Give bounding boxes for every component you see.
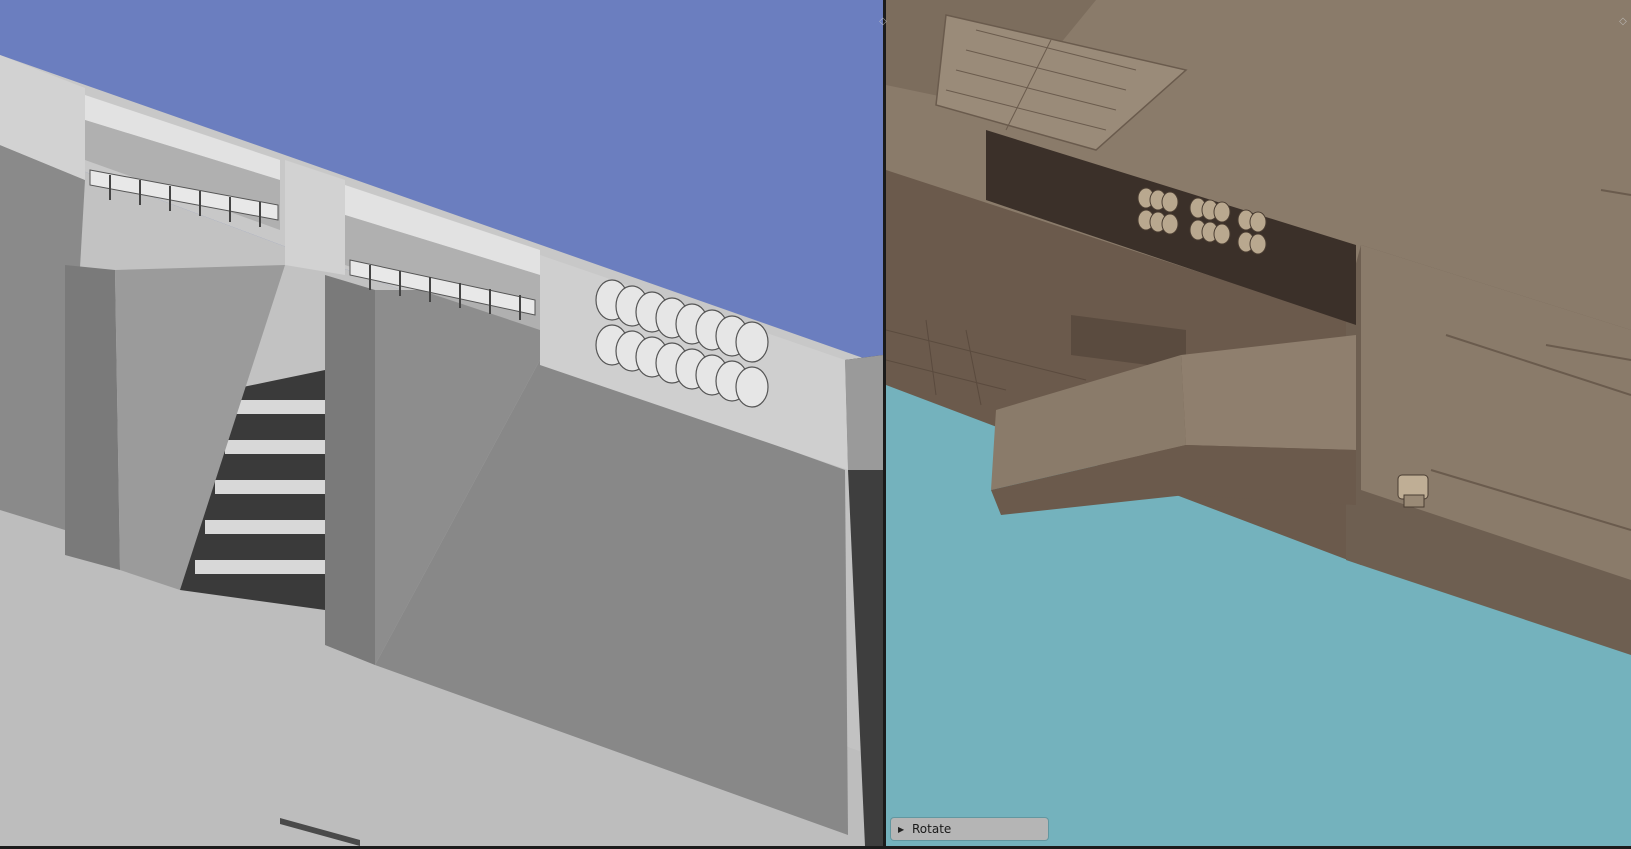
3d-viewport-left[interactable] — [0, 0, 883, 846]
operator-panel-rotate[interactable]: ▶ Rotate — [891, 818, 1048, 840]
area-split-icon[interactable]: ◇ — [877, 16, 889, 28]
disclosure-triangle-right-icon[interactable]: ▶ — [898, 825, 910, 834]
viewport-left-scene — [0, 0, 883, 846]
3d-viewport-right[interactable] — [886, 0, 1631, 846]
area-split-icon[interactable]: ◇ — [1617, 16, 1629, 28]
blender-window: ◇ ◇ ▶ Rotate — [0, 0, 1631, 849]
viewport-right-scene — [886, 0, 1631, 846]
operator-panel-label: Rotate — [912, 822, 952, 836]
hull-edge-cap — [845, 355, 883, 470]
